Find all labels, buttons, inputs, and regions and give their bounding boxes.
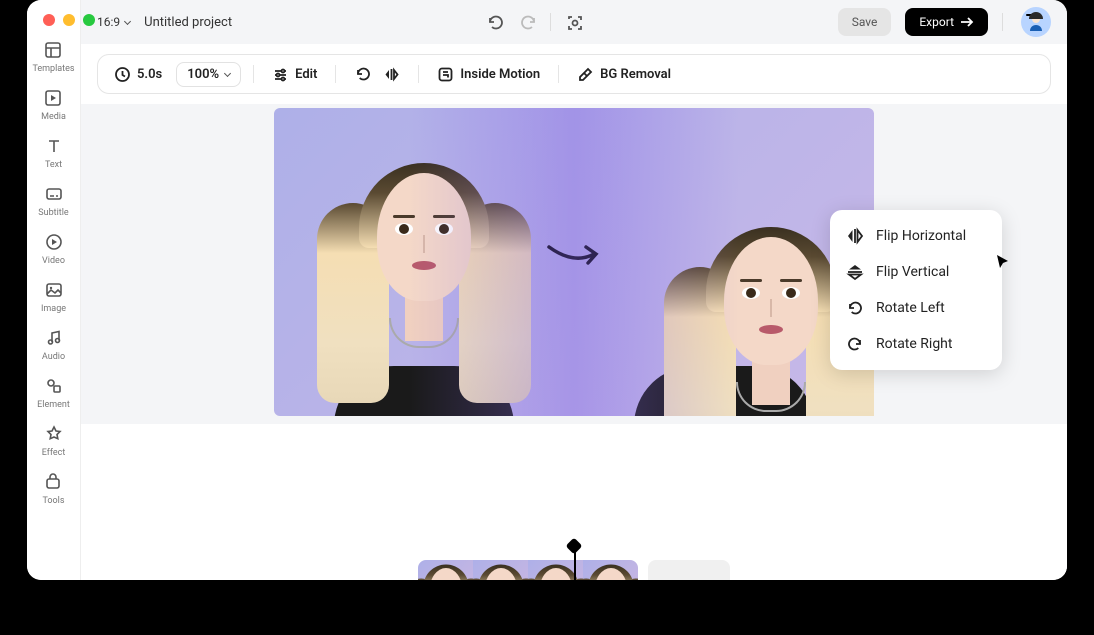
divider [1002, 13, 1003, 31]
edit-toolbar: 5.0s 100% Edit [97, 54, 1051, 94]
zoom-dropdown[interactable]: 100% [176, 62, 241, 87]
sidebar-item-label: Media [41, 112, 66, 122]
export-label: Export [919, 15, 954, 29]
sidebar-item-media[interactable]: Media [41, 88, 66, 122]
inside-motion-label: Inside Motion [460, 67, 540, 82]
save-button[interactable]: Save [838, 8, 892, 36]
sidebar-item-subtitle[interactable]: Subtitle [38, 184, 68, 218]
rotate-left-icon [846, 299, 864, 317]
sidebar-item-label: Templates [32, 64, 74, 74]
sidebar-item-label: Text [45, 160, 62, 170]
project-title[interactable]: Untitled project [144, 15, 232, 30]
ctx-item-label: Flip Vertical [876, 264, 949, 280]
element-icon [44, 376, 64, 396]
canvas-right-image [574, 108, 874, 416]
edit-button[interactable]: Edit [266, 66, 323, 83]
canvas-preview[interactable] [274, 108, 874, 416]
context-menu: Flip Horizontal Flip Vertical Rotate Lef… [830, 210, 1002, 370]
duration-control[interactable]: 5.0s [108, 66, 168, 83]
flip-vertical-icon [846, 263, 864, 281]
bg-removal-label: BG Removal [600, 67, 671, 82]
topbar: 16:9 Untitled project Save Export [81, 0, 1067, 44]
bg-removal-button[interactable]: BG Removal [571, 66, 677, 83]
effect-icon [44, 424, 64, 444]
avatar-icon [1025, 11, 1047, 33]
sidebar-item-video[interactable]: Video [42, 232, 65, 266]
scan-button[interactable] [565, 13, 583, 31]
rotate-button[interactable] [348, 66, 373, 83]
edit-label: Edit [295, 67, 317, 82]
text-icon [44, 136, 64, 156]
aspect-ratio-dropdown[interactable]: 16:9 [97, 15, 130, 29]
sidebar-item-label: Element [37, 400, 70, 410]
templates-icon [43, 40, 63, 60]
sidebar-item-label: Image [41, 304, 66, 314]
sidebar-item-label: Tools [42, 496, 64, 506]
sidebar-item-text[interactable]: Text [44, 136, 64, 170]
chevron-down-icon [124, 17, 131, 24]
ctx-item-label: Rotate Right [876, 336, 952, 352]
flip-button[interactable] [381, 66, 406, 83]
zoom-value: 100% [187, 67, 219, 82]
media-icon [43, 88, 63, 108]
sidebar: Templates Media Text Subtitle Video Imag… [27, 0, 81, 580]
inside-motion-button[interactable]: Inside Motion [431, 66, 546, 83]
clock-icon [114, 66, 131, 83]
ctx-rotate-left[interactable]: Rotate Left [830, 290, 1002, 326]
undo-button[interactable] [486, 13, 504, 31]
playhead-line [574, 552, 576, 580]
sidebar-item-label: Audio [42, 352, 65, 362]
sidebar-item-tools[interactable]: Tools [42, 472, 64, 506]
divider [550, 13, 551, 31]
playhead-marker[interactable] [568, 540, 580, 552]
video-icon [44, 232, 64, 252]
ctx-flip-vertical[interactable]: Flip Vertical [830, 254, 1002, 290]
timeline-clip[interactable] [418, 560, 638, 580]
rotate-left-icon [354, 66, 371, 83]
canvas-left-image [274, 108, 574, 416]
tools-icon [43, 472, 63, 492]
sidebar-item-audio[interactable]: Audio [42, 328, 65, 362]
chevron-down-icon [224, 69, 231, 76]
ctx-item-label: Flip Horizontal [876, 228, 966, 244]
subtitle-icon [44, 184, 64, 204]
ctx-rotate-right[interactable]: Rotate Right [830, 326, 1002, 362]
duration-value: 5.0s [137, 67, 162, 82]
motion-icon [437, 66, 454, 83]
redo-button[interactable] [518, 13, 536, 31]
maximize-window-button[interactable] [83, 14, 95, 26]
flip-horizontal-icon [846, 227, 864, 245]
audio-icon [44, 328, 64, 348]
sidebar-item-label: Effect [42, 448, 66, 458]
sidebar-item-templates[interactable]: Templates [32, 40, 74, 74]
export-button[interactable]: Export [905, 8, 988, 36]
eraser-icon [577, 66, 594, 83]
minimize-window-button[interactable] [63, 14, 75, 26]
sidebar-item-effect[interactable]: Effect [42, 424, 66, 458]
sliders-icon [272, 66, 289, 83]
aspect-ratio-label: 16:9 [97, 15, 120, 29]
sidebar-item-label: Video [42, 256, 65, 266]
app-window: Templates Media Text Subtitle Video Imag… [27, 0, 1067, 580]
sidebar-item-image[interactable]: Image [41, 280, 66, 314]
close-window-button[interactable] [43, 14, 55, 26]
ctx-item-label: Rotate Left [876, 300, 945, 316]
flip-horizontal-icon [383, 66, 400, 83]
user-avatar[interactable] [1021, 7, 1051, 37]
sidebar-item-label: Subtitle [38, 208, 68, 218]
sidebar-item-element[interactable]: Element [37, 376, 70, 410]
add-clip-button[interactable]: + [648, 560, 730, 580]
window-controls [43, 14, 95, 26]
image-icon [44, 280, 64, 300]
rotate-right-icon [846, 335, 864, 353]
ctx-flip-horizontal[interactable]: Flip Horizontal [830, 218, 1002, 254]
arrow-right-icon [960, 17, 974, 27]
